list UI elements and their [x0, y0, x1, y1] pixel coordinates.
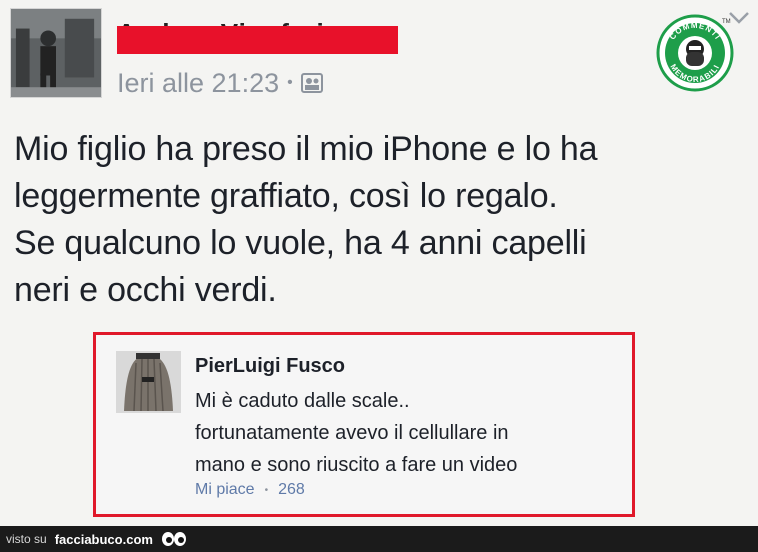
post-line: Mio figlio ha preso il mio iPhone e lo h… — [14, 130, 598, 168]
name-redaction-bar — [117, 26, 398, 54]
post-meta: Ieri alle 21:23 • — [117, 66, 323, 100]
post-body: Mio figlio ha preso il mio iPhone e lo h… — [14, 126, 744, 314]
friends-icon[interactable] — [300, 73, 323, 93]
gym-photo-icon — [11, 9, 101, 97]
comment-text: Mi è caduto dalle scale.. fortunatamente… — [195, 385, 615, 481]
highlighted-comment: PierLuigi Fusco Mi è caduto dalle scale.… — [93, 332, 635, 517]
post-timestamp[interactable]: Ieri alle 21:23 — [117, 68, 279, 99]
post-line: Se qualcuno lo vuole, ha 4 anni capelli — [14, 224, 587, 262]
like-button[interactable]: Mi piace — [195, 481, 255, 499]
cousin-itt-avatar-icon — [116, 351, 181, 413]
comment-author[interactable]: PierLuigi Fusco — [195, 355, 345, 378]
meta-separator: • — [287, 74, 293, 91]
comment-avatar[interactable] — [116, 351, 181, 413]
comment-line: mano e sono riuscito a fare un video — [195, 454, 518, 476]
commenti-memorabili-badge: COMMENTI MEMORABILI TM — [656, 14, 734, 92]
watermark-footer: visto su facciabuco.com — [0, 526, 758, 552]
comment-line: fortunatamente avevo il cellullare in — [195, 422, 509, 444]
post-line: neri e occhi verdi. — [14, 271, 277, 309]
comment-line: Mi è caduto dalle scale.. — [195, 390, 410, 412]
post-header: Andrea Vin. fari Ieri alle 21:23 • COMME… — [0, 0, 758, 110]
comment-actions: Mi piace • 268 — [195, 481, 305, 499]
author-avatar[interactable] — [10, 8, 102, 98]
post-line: leggermente graffiato, così lo regalo. — [14, 177, 558, 215]
like-count[interactable]: 268 — [278, 481, 305, 499]
footer-via-label: visto su — [6, 532, 47, 546]
action-separator: • — [264, 484, 269, 496]
eyes-logo-icon — [161, 532, 186, 546]
badge-tm: TM — [722, 19, 731, 25]
footer-site[interactable]: facciabuco.com — [55, 532, 153, 547]
